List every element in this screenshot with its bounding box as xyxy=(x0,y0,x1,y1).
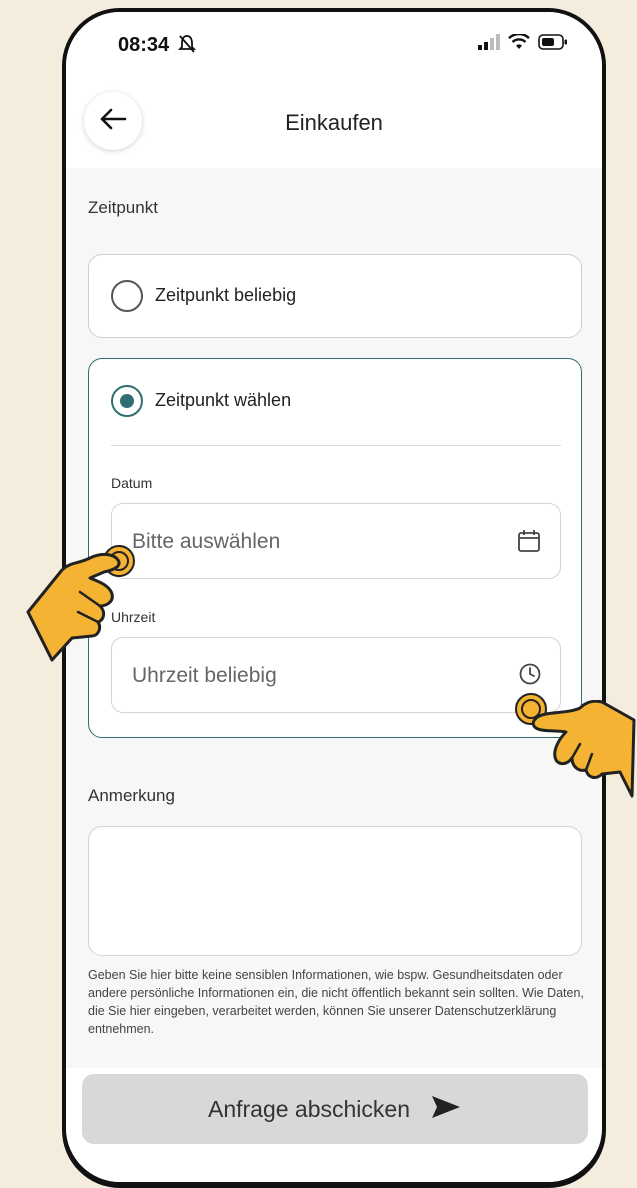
submit-button[interactable]: Anfrage abschicken xyxy=(82,1074,588,1144)
mute-icon xyxy=(177,34,197,59)
note-textarea[interactable] xyxy=(88,826,582,956)
option-any-time[interactable]: Zeitpunkt beliebig xyxy=(88,254,582,338)
status-icons xyxy=(478,32,568,55)
app-header: Einkaufen xyxy=(66,76,602,168)
wifi-icon xyxy=(508,32,530,55)
pointing-hand-icon xyxy=(20,548,130,673)
option-choose-time-label: Zeitpunkt wählen xyxy=(155,390,292,410)
pointing-hand-icon xyxy=(522,699,637,805)
signal-icon xyxy=(478,34,500,55)
send-icon xyxy=(430,1094,462,1125)
status-bar: 08:34 xyxy=(66,12,602,76)
bottom-bar: Anfrage abschicken xyxy=(66,1068,602,1182)
radio-any-time[interactable] xyxy=(111,280,143,312)
time-placeholder: Uhrzeit beliebig xyxy=(132,664,277,687)
option-any-time-label: Zeitpunkt beliebig xyxy=(155,285,297,305)
divider xyxy=(111,445,561,446)
page-title: Einkaufen xyxy=(285,110,383,135)
privacy-hint: Geben Sie hier bitte keine sensiblen Inf… xyxy=(88,968,584,1036)
option-choose-time[interactable]: Zeitpunkt wählen Datum Bitte auswählen U… xyxy=(88,358,582,738)
status-time: 08:34 xyxy=(118,34,170,56)
time-section-label: Zeitpunkt xyxy=(88,198,158,217)
date-field[interactable]: Bitte auswählen xyxy=(111,503,561,579)
battery-icon xyxy=(538,34,568,55)
date-label: Datum xyxy=(111,475,153,491)
note-label: Anmerkung xyxy=(88,786,175,805)
calendar-icon[interactable] xyxy=(516,528,542,559)
clock-icon[interactable] xyxy=(518,662,542,691)
time-field[interactable]: Uhrzeit beliebig xyxy=(111,637,561,713)
form-content: Zeitpunkt Zeitpunkt beliebig Zeitpunkt w… xyxy=(66,168,602,1068)
date-placeholder: Bitte auswählen xyxy=(132,530,281,553)
submit-label: Anfrage abschicken xyxy=(207,1095,410,1122)
phone-screen: 08:34 Einkaufen Zeitpunkt Zeitpunkt beli… xyxy=(66,12,602,1182)
radio-choose-time[interactable] xyxy=(111,385,143,417)
